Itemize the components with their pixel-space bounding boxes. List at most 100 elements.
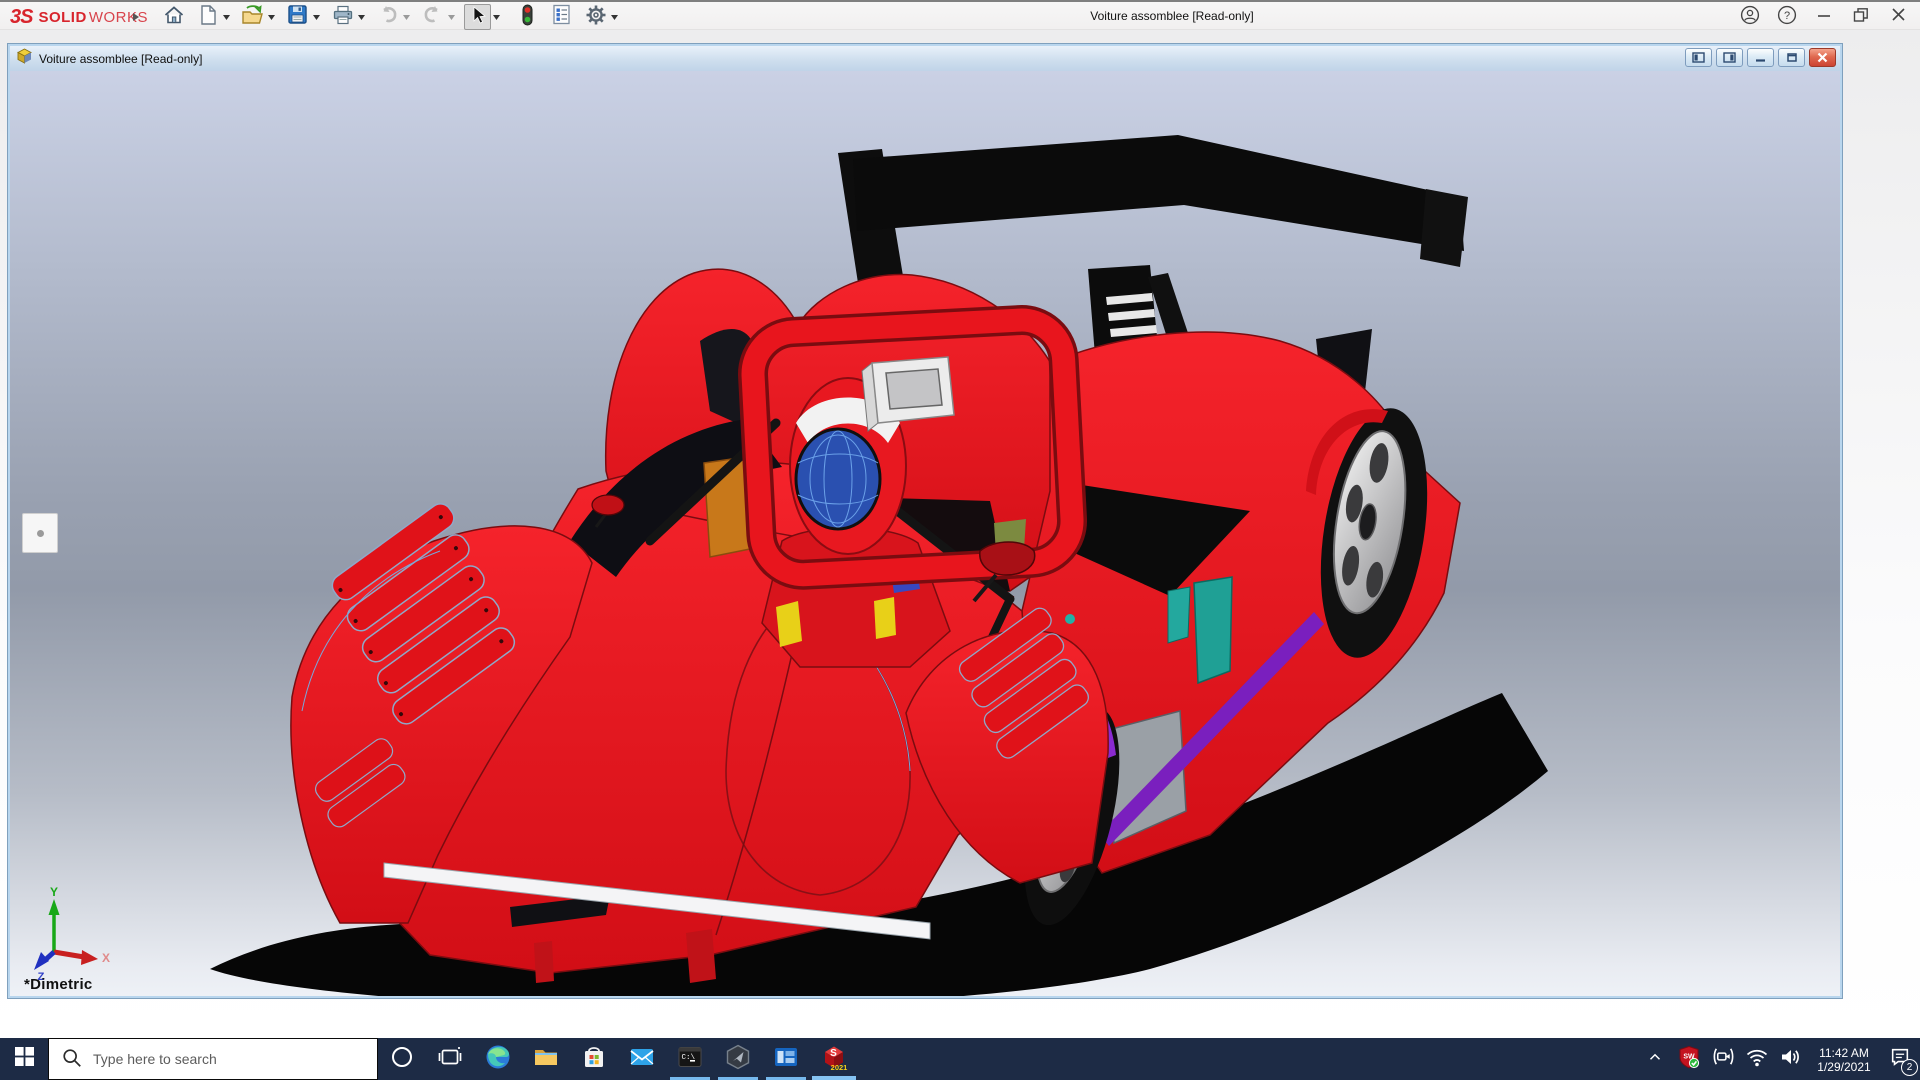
doc-restore-button[interactable] <box>1778 48 1805 67</box>
select-tool-dropdown[interactable] <box>491 4 502 30</box>
app-window-title: Voiture assomblee [Read-only] <box>1090 9 1253 23</box>
file-properties-icon <box>552 4 571 30</box>
close-button[interactable] <box>1886 5 1910 29</box>
window-controls: ? <box>1738 5 1910 29</box>
quick-access-toolbar <box>160 4 620 30</box>
tray-clock[interactable]: 11:42 AM 1/29/2021 <box>1808 1045 1880 1074</box>
close-icon <box>1891 7 1906 27</box>
document-titlebar[interactable]: Voiture assomblee [Read-only] <box>10 46 1840 71</box>
tray-solidworks-monitor[interactable]: SW <box>1672 1038 1706 1080</box>
print-button[interactable] <box>329 4 356 30</box>
taskbar-app-edge[interactable] <box>474 1038 522 1080</box>
tray-volume[interactable] <box>1774 1038 1808 1080</box>
task-view-button[interactable] <box>426 1038 474 1080</box>
search-placeholder-text: Type here to search <box>93 1051 217 1067</box>
save-button[interactable] <box>284 4 311 30</box>
taskbar-search-box[interactable]: Type here to search <box>48 1038 378 1080</box>
sw-shield-icon: SW <box>1677 1045 1701 1074</box>
taskbar-app-file-explorer[interactable] <box>522 1038 570 1080</box>
taskbar-app-store[interactable] <box>570 1038 618 1080</box>
store-icon <box>581 1044 607 1075</box>
redo-dropdown[interactable] <box>446 4 457 30</box>
taskbar-app-mail[interactable] <box>618 1038 666 1080</box>
gear-icon <box>585 4 607 31</box>
help-icon: ? <box>1777 5 1797 30</box>
clock-time: 11:42 AM <box>1808 1046 1880 1060</box>
new-document-dropdown[interactable] <box>221 4 232 30</box>
action-center-button[interactable]: 2 <box>1880 1038 1920 1080</box>
wifi-icon <box>1745 1045 1769 1074</box>
restore-button[interactable] <box>1849 5 1873 29</box>
document-window-buttons <box>1685 48 1836 67</box>
rebuild-button[interactable] <box>514 4 541 30</box>
svg-text:2021: 2021 <box>831 1063 848 1071</box>
command-prompt-icon: C:\ <box>677 1044 703 1075</box>
file-explorer-icon <box>533 1044 559 1075</box>
chevron-up-icon <box>1646 1048 1664 1071</box>
restore-icon <box>1853 7 1869 28</box>
open-folder-icon <box>241 4 265 31</box>
options-button[interactable] <box>582 4 609 30</box>
system-tray: SW 11:42 AM 1/29/2021 2 <box>1638 1038 1920 1080</box>
save-floppy-icon <box>287 4 308 30</box>
doc-pane-right-button[interactable] <box>1716 48 1743 67</box>
car-3d-model[interactable] <box>10 71 1840 996</box>
triad-x-label: X <box>102 951 110 965</box>
undo-icon <box>377 5 399 30</box>
help-button[interactable]: ? <box>1775 5 1799 29</box>
notification-badge: 2 <box>1901 1059 1918 1076</box>
doc-minimize-button[interactable] <box>1747 48 1774 67</box>
doc-close-button[interactable] <box>1809 48 1836 67</box>
start-button[interactable] <box>0 1038 48 1080</box>
cortana-icon <box>390 1045 414 1074</box>
triad-y-label: Y <box>50 885 58 899</box>
home-icon <box>163 4 185 31</box>
tray-meet-now[interactable] <box>1706 1038 1740 1080</box>
taskbar-app-solidworks[interactable]: S 2021 <box>810 1038 858 1080</box>
save-dropdown[interactable] <box>311 4 322 30</box>
logo-flyout-arrow-icon[interactable] <box>128 9 144 25</box>
new-document-button[interactable] <box>194 4 221 30</box>
edge-icon <box>485 1044 511 1075</box>
options-dropdown[interactable] <box>609 4 620 30</box>
app-titlebar: 3S SOLID WORKS <box>0 0 1920 30</box>
open-button[interactable] <box>239 4 266 30</box>
tray-chevron-button[interactable] <box>1638 1038 1672 1080</box>
print-dropdown[interactable] <box>356 4 367 30</box>
doc-pane-left-button[interactable] <box>1685 48 1712 67</box>
task-view-icon <box>438 1045 462 1074</box>
home-button[interactable] <box>160 4 187 30</box>
tray-wifi[interactable] <box>1740 1038 1774 1080</box>
taskbar-app-cad-viewer[interactable] <box>714 1038 762 1080</box>
taskbar-app-media[interactable] <box>762 1038 810 1080</box>
cad-viewer-hexagon-icon <box>725 1044 751 1075</box>
new-document-icon <box>198 4 218 31</box>
print-icon <box>332 4 354 31</box>
meet-now-camera-icon <box>1712 1045 1735 1073</box>
speaker-icon <box>1779 1045 1803 1074</box>
account-button[interactable] <box>1738 5 1762 29</box>
select-tool-button[interactable] <box>464 4 491 30</box>
svg-text:S: S <box>830 1048 837 1059</box>
search-icon <box>61 1047 83 1072</box>
windows-logo-icon <box>15 1047 34 1071</box>
active-indicator <box>812 1076 856 1080</box>
open-dropdown[interactable] <box>266 4 277 30</box>
file-properties-button[interactable] <box>548 4 575 30</box>
traffic-light-icon <box>521 4 534 31</box>
select-cursor-icon <box>469 5 487 30</box>
cortana-button[interactable] <box>378 1038 426 1080</box>
undo-button[interactable] <box>374 4 401 30</box>
solidworks-app-icon: S 2021 <box>820 1043 848 1076</box>
handle-dot <box>37 530 44 537</box>
assembly-icon <box>16 48 33 69</box>
redo-icon <box>422 5 444 30</box>
graphics-viewport[interactable]: Y X Z *Dimetric <box>10 71 1840 996</box>
logo-3ds-mark: 3S <box>10 6 32 29</box>
feature-manager-handle[interactable] <box>22 513 58 553</box>
orientation-triad: Y X Z <box>32 884 116 980</box>
minimize-button[interactable] <box>1812 5 1836 29</box>
redo-button[interactable] <box>419 4 446 30</box>
taskbar-app-command-prompt[interactable]: C:\ <box>666 1038 714 1080</box>
undo-dropdown[interactable] <box>401 4 412 30</box>
